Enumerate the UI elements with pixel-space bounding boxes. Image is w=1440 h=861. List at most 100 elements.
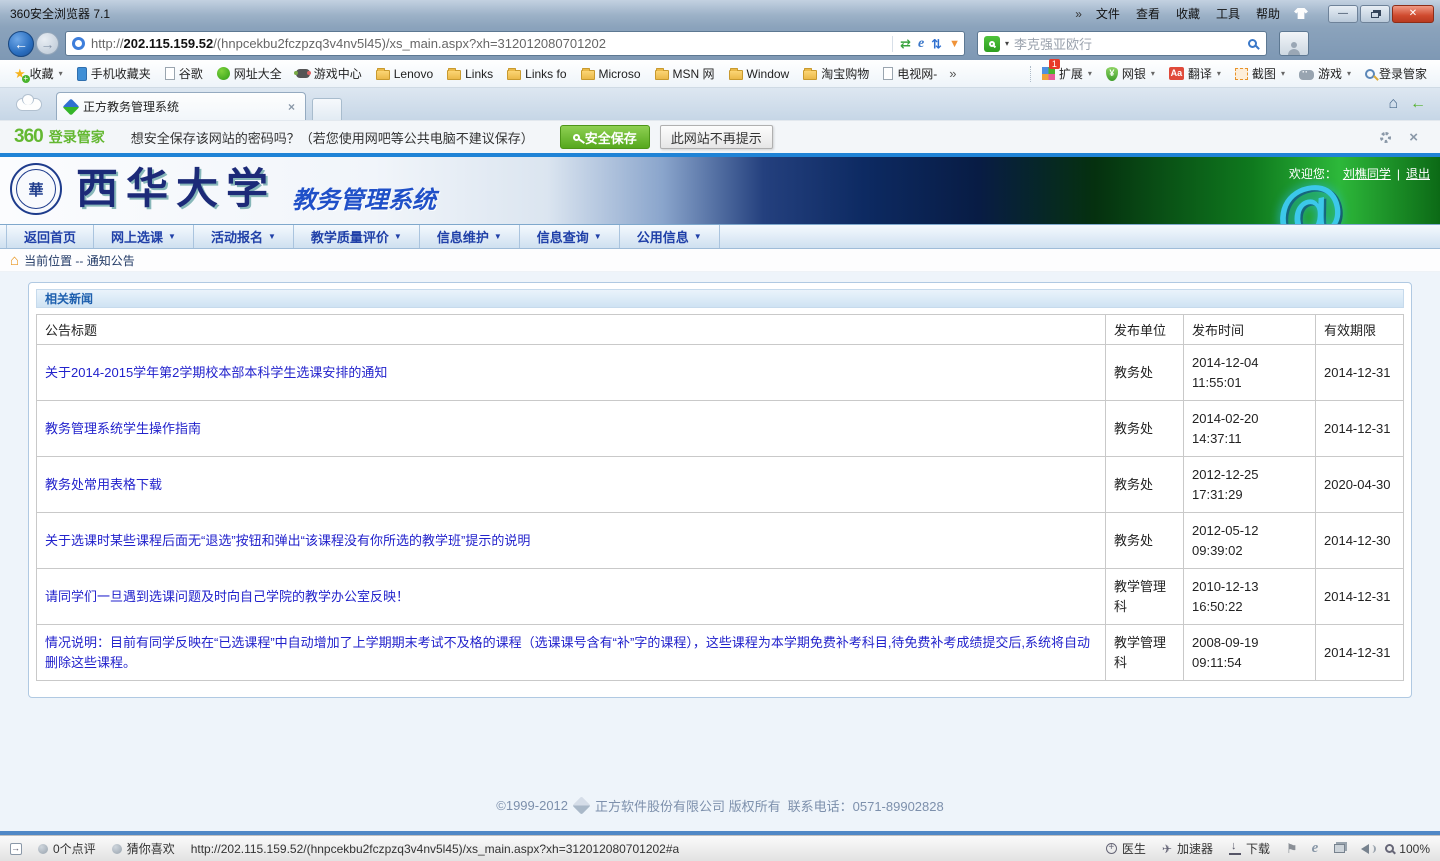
ie-kernel-icon[interactable]: e [1312,840,1319,857]
never-prompt-button[interactable]: 此网站不再提示 [660,125,773,149]
star-add-icon: ★ [14,67,26,80]
titlebar-menu-item[interactable]: 查看 [1136,5,1160,22]
speed-mode-icon[interactable]: ⇄ [929,38,945,49]
capture-icon [1235,68,1248,80]
seal-glyph: 華 [28,179,43,200]
minimize-button[interactable]: — [1328,5,1358,23]
sidebar-toggle-icon[interactable] [10,843,22,855]
house-icon: ⌂ [10,253,19,268]
ie-compat-icon[interactable]: e [918,36,924,52]
titlebar-menu-item[interactable]: 工具 [1216,5,1240,22]
menu-overflow-icon[interactable]: » [1075,7,1082,21]
toolbar-item-capture[interactable]: 截图▾ [1230,63,1290,84]
address-bar[interactable]: http://202.115.159.52/(hnpcekbu2fczpzq3v… [65,31,965,56]
titlebar-menu-item[interactable]: 帮助 [1256,5,1280,22]
forward-button[interactable]: → [36,32,59,55]
bookmark-item[interactable]: Links fo [501,65,572,83]
nav-item[interactable]: 活动报名▼ [194,225,294,248]
announcement-link[interactable]: 请同学们一旦遇到选课问题及时向自己学院的教学办公室反映！ [45,589,409,604]
home-icon[interactable]: ⌂ [1388,96,1398,112]
windows-arrange-icon[interactable] [1334,844,1345,853]
nav-item[interactable]: 信息查询▼ [520,225,620,248]
announcement-link[interactable]: 教务管理系统学生操作指南 [45,421,201,436]
skin-icon[interactable] [1294,8,1308,19]
cloud-sync-icon[interactable] [16,98,42,111]
folder-icon [447,70,461,80]
user-name-link[interactable]: 刘樵同学 [1343,165,1391,182]
favorites-label: 收藏 [30,65,54,82]
reviews-item[interactable]: 0个点评 [38,840,96,857]
bookmark-item[interactable]: Window [723,65,796,83]
search-submit-icon[interactable] [1248,39,1257,48]
folder-icon [803,70,817,80]
accelerator-item[interactable]: ✈ 加速器 [1162,840,1213,857]
table-row: 关于选课时某些课程后面无“退选”按钮和弹出“该课程没有你所选的教学班”提示的说明… [37,513,1404,569]
table-row: 教务管理系统学生操作指南教务处2014-02-20 14:37:112014-1… [37,401,1404,457]
news-panel: 相关新闻 公告标题发布单位发布时间有效期限 关于2014-2015学年第2学期校… [28,282,1412,698]
recommend-item[interactable]: 猜你喜欢 [112,840,175,857]
expiry-date-cell: 2014-12-31 [1316,345,1404,401]
bookmark-item[interactable]: 谷歌 [159,63,209,84]
gamepad-icon [296,69,310,78]
nav-item[interactable]: 网上选课▼ [94,225,194,248]
search-engine-icon[interactable] [984,36,1000,52]
titlebar-menu-item[interactable]: 收藏 [1176,5,1200,22]
bookmark-item[interactable]: Microso [575,65,647,83]
dropdown-chevron-icon[interactable]: ▼ [949,38,960,50]
search-input[interactable]: 李克强亚欧行 [1014,34,1243,53]
tab-active[interactable]: 正方教务管理系统 × [56,92,306,120]
ad-filter-flag-icon[interactable]: ⚑ [1286,841,1296,857]
back-button[interactable]: ← [8,31,34,57]
nav-item[interactable]: 返回首页 [6,225,94,248]
share-icon[interactable]: ⇄ [900,36,911,52]
announcement-link[interactable]: 关于选课时某些课程后面无“退选”按钮和弹出“该课程没有你所选的教学班”提示的说明 [45,533,530,548]
nav-item[interactable]: 公用信息 ▼ [620,225,720,248]
tab-bar: 正方教务管理系统 × ⌂ ← [0,88,1440,120]
announcement-link[interactable]: 关于2014-2015学年第2学期校本部本科学生选课安排的通知 [45,365,387,380]
announcement-link[interactable]: 教务处常用表格下载 [45,477,162,492]
toolbar-item-label: 登录管家 [1379,65,1427,82]
restore-button[interactable] [1360,5,1390,23]
user-avatar-button[interactable] [1279,31,1309,56]
toolbar-item-game2[interactable]: 游戏▾ [1294,63,1356,84]
bookmark-item[interactable]: 淘宝购物 [797,63,875,84]
search-box[interactable]: ▾ 李克强亚欧行 [977,31,1267,56]
bookmark-item[interactable]: Links [441,65,499,83]
download-item[interactable]: 下载 [1229,840,1270,857]
favorites-button[interactable]: ★ 收藏 ▾ [8,63,69,84]
toolbar-item-shield[interactable]: ¥网银▾ [1101,63,1160,84]
announcement-link[interactable]: 情况说明：目前有同学反映在“已选课程”中自动增加了上学期期末考试不及格的课程（选… [45,635,1090,670]
save-password-button[interactable]: 安全保存 [560,125,650,149]
search-engine-caret-icon[interactable]: ▾ [1005,39,1009,48]
gear-icon[interactable] [1380,132,1391,143]
bookmark-item[interactable]: Lenovo [370,65,439,83]
logout-link[interactable]: 退出 [1406,165,1430,182]
nav-item[interactable]: 信息维护▼ [420,225,520,248]
toolbar-item-translate[interactable]: Aa翻译▾ [1164,63,1226,84]
nav-item-label: 活动报名 [211,227,263,246]
speaker-icon[interactable] [1361,844,1369,854]
nav-item-label: 公用信息 [637,227,689,246]
notification-close-icon[interactable]: × [1409,129,1418,146]
url-text[interactable]: http://202.115.159.52/(hnpcekbu2fczpzq3v… [91,36,886,51]
bookmark-item[interactable]: 游戏中心 [290,63,368,84]
bookmark-item[interactable]: 手机收藏夹 [71,63,157,84]
doctor-item[interactable]: 医生 [1106,840,1146,857]
nav-item[interactable]: 教学质量评价▼ [294,225,420,248]
new-tab-button[interactable] [312,98,342,120]
bookmarks-overflow-icon[interactable]: » [945,66,960,81]
tab-close-icon[interactable]: × [286,100,297,114]
bookmark-item[interactable]: MSN 网 [649,63,721,84]
zoom-control[interactable]: 100% [1385,842,1430,856]
bookmark-label: 网址大全 [234,65,282,82]
bookmark-item[interactable]: 电视网- [877,63,943,84]
toolbar-item-blocks[interactable]: 1扩展▾ [1037,63,1097,84]
bookmark-label: 电视网- [897,65,937,82]
titlebar-menu-item[interactable]: 文件 [1096,5,1120,22]
toolbar-item-keysearch[interactable]: 登录管家 [1360,63,1432,84]
column-header: 公告标题 [37,315,1106,345]
bookmark-item[interactable]: 网址大全 [211,63,288,84]
reopen-closed-tab-icon[interactable]: ← [1410,96,1426,112]
close-button[interactable]: ✕ [1392,5,1434,23]
chevron-down-icon: ▼ [694,232,702,241]
